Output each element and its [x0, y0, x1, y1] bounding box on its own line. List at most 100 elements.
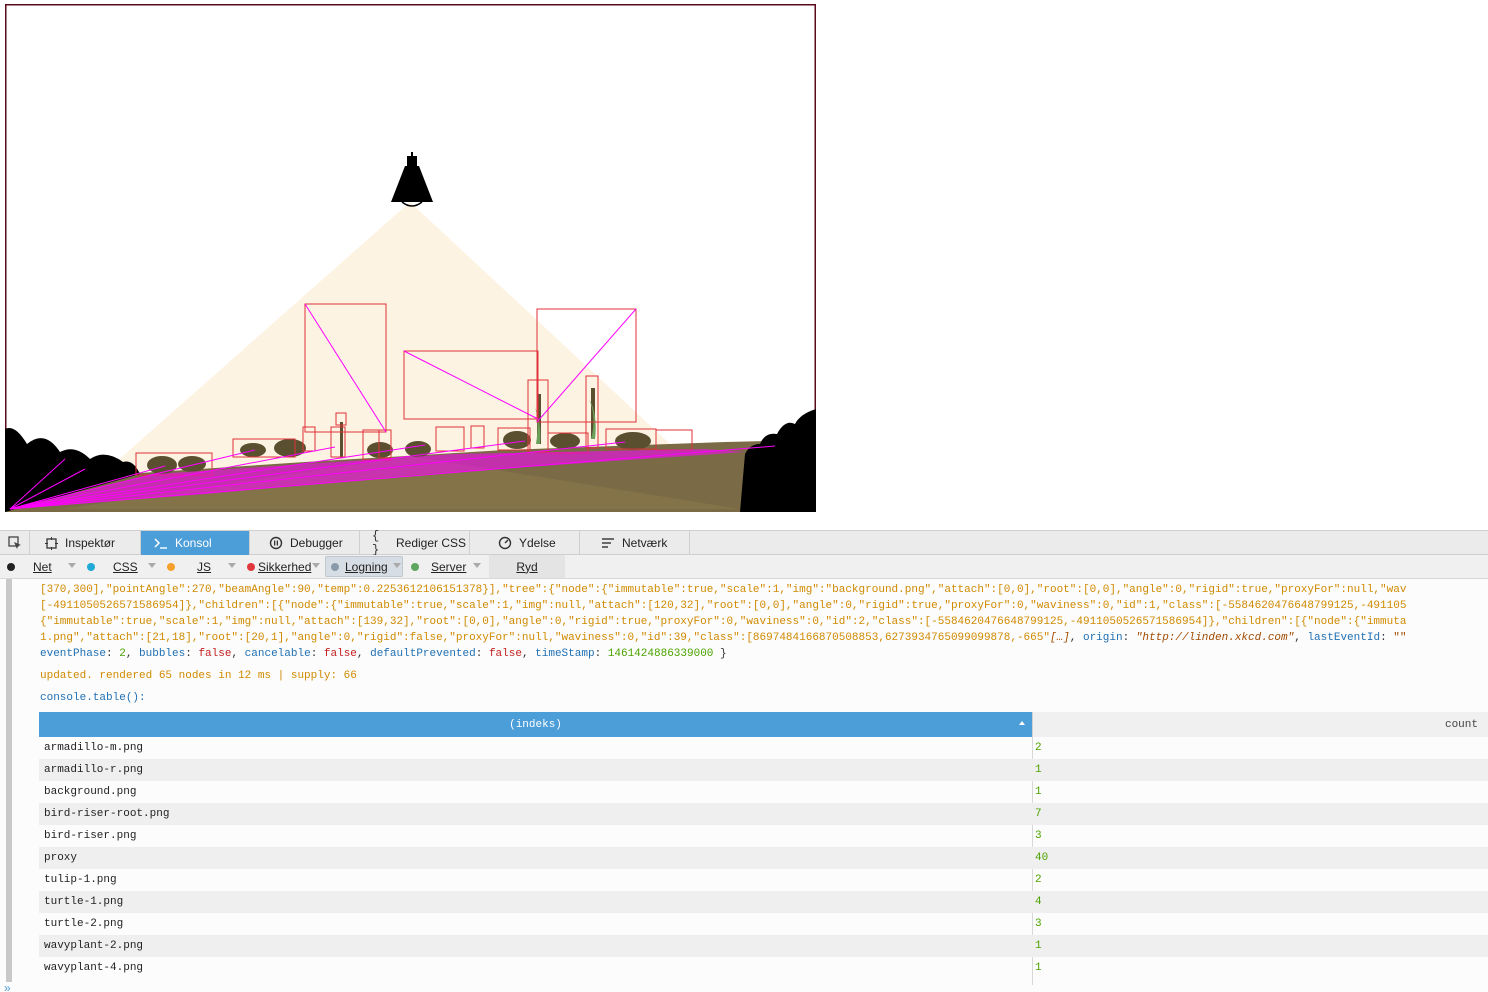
console-table-call: console.table():	[40, 692, 146, 704]
row-count: 2	[1035, 742, 1042, 754]
tab-debugger-label: Debugger	[290, 536, 343, 550]
event-ellipsis[interactable]: […]	[1050, 632, 1070, 644]
tab-style-editor[interactable]: { } Rediger CSS	[360, 529, 470, 557]
cancelable-value: false	[323, 648, 357, 660]
row-count: 1	[1035, 786, 1042, 798]
event-line-4: 1.png","attach":[21,18],"root":[20,1],"a…	[40, 632, 1407, 644]
row-name: armadillo-m.png	[44, 742, 144, 754]
network-icon	[600, 535, 616, 551]
row-count: 3	[1035, 918, 1042, 930]
tab-network-label: Netværk	[622, 536, 668, 550]
logging-dot-icon	[331, 562, 339, 571]
tab-style-editor-label: Rediger CSS	[396, 536, 467, 550]
filter-logging-dropdown-icon[interactable]	[393, 563, 401, 568]
filter-net-dropdown-icon[interactable]	[68, 563, 76, 568]
filter-js-dropdown-icon[interactable]	[228, 563, 236, 568]
row-name: armadillo-r.png	[44, 764, 144, 776]
console-input-prompt[interactable]: »	[4, 981, 11, 992]
bubbles-key: bubbles	[139, 648, 186, 660]
origin-value: "http://linden.xkcd.com"	[1135, 632, 1295, 644]
row-count: 1	[1035, 940, 1042, 952]
row-count: 3	[1035, 830, 1042, 842]
clear-console-button[interactable]: Ryd	[489, 555, 565, 578]
pick-element-button[interactable]	[0, 531, 30, 555]
performance-icon	[497, 535, 513, 551]
filter-security-dropdown-icon[interactable]	[312, 563, 320, 568]
filter-css[interactable]: CSS	[87, 555, 138, 578]
tab-console[interactable]: Konsol	[141, 531, 250, 555]
filter-js[interactable]: JS	[167, 555, 211, 578]
timestamp-value: 1461424886339000	[607, 648, 714, 660]
last-event-value: ""	[1393, 632, 1407, 644]
row-name: proxy	[44, 852, 78, 864]
filter-server[interactable]: Server	[411, 555, 466, 578]
devtools-toolbar: Inspektør Konsol Debugger { } Rediger CS…	[0, 529, 1488, 557]
table-row: turtle-1.png 4	[39, 891, 1488, 913]
event-line-3: {"immutable":true,"scale":1,"img":null,"…	[40, 616, 1407, 628]
tab-debugger[interactable]: Debugger	[250, 531, 360, 555]
row-count: 1	[1035, 764, 1042, 776]
net-dot-icon	[7, 562, 15, 571]
cancelable-key: cancelable	[244, 648, 311, 660]
event-line-4-text: 1.png","attach":[21,18],"root":[20,1],"a…	[40, 632, 1050, 644]
filter-js-label: JS	[197, 559, 212, 574]
tab-inspector[interactable]: Inspektør	[31, 531, 141, 555]
event-line-1: [370,300],"pointAngle":270,"beamAngle":9…	[40, 584, 1407, 596]
tab-performance[interactable]: Ydelse	[470, 531, 580, 555]
filter-css-dropdown-icon[interactable]	[148, 563, 156, 568]
default-prevented-key: defaultPrevented	[370, 648, 476, 660]
table-row: turtle-2.png 3	[39, 913, 1488, 935]
tab-performance-label: Ydelse	[519, 536, 556, 550]
table-row: armadillo-r.png 1	[39, 759, 1488, 781]
table-row: wavyplant-2.png 1	[39, 935, 1488, 957]
garden-scene-canvas	[5, 4, 816, 512]
filter-server-label: Server	[431, 559, 467, 574]
index-column-header[interactable]: (indeks)	[39, 712, 1032, 737]
table-row: proxy 40	[39, 847, 1488, 869]
js-dot-icon	[167, 562, 175, 571]
inspector-icon	[43, 535, 59, 551]
row-count: 2	[1035, 874, 1042, 886]
event-phase-value: 2	[119, 648, 126, 660]
tab-inspector-label: Inspektør	[65, 536, 116, 550]
table-row: wavyplant-4.png 1	[39, 957, 1488, 979]
devtools-panel: Inspektør Konsol Debugger { } Rediger CS…	[0, 529, 1488, 992]
table-row: bird-riser.png 3	[39, 825, 1488, 847]
row-name: turtle-2.png	[44, 918, 124, 930]
tab-network[interactable]: Netværk	[580, 531, 690, 555]
debugger-icon	[268, 535, 284, 551]
security-dot-icon	[247, 562, 255, 571]
origin-key: origin	[1082, 632, 1123, 644]
count-column-header[interactable]: count	[1032, 712, 1488, 737]
count-column-label: count	[1444, 718, 1478, 731]
filter-net-label: Net	[33, 559, 52, 574]
style-editor-icon: { }	[372, 529, 380, 557]
filter-server-dropdown-icon[interactable]	[473, 563, 481, 568]
tab-console-label: Konsol	[175, 536, 212, 550]
filter-security[interactable]: Sikkerhed	[247, 555, 311, 578]
row-count: 4	[1035, 896, 1042, 908]
default-prevented-value: false	[488, 648, 522, 660]
timestamp-key: timeStamp	[535, 648, 595, 660]
row-name: background.png	[44, 786, 137, 798]
row-name: tulip-1.png	[44, 874, 117, 886]
console-filter-bar: Net CSS JS Sikkerhed Logning Server Ryd	[0, 555, 1488, 579]
filter-logging-label: Logning	[345, 559, 388, 574]
event-props-line: eventPhase: 2, bubbles: false, cancelabl…	[40, 648, 727, 660]
console-table-header: (indeks) count	[39, 712, 1488, 737]
filter-net[interactable]: Net	[7, 555, 52, 578]
console-scroll-gutter	[6, 579, 12, 982]
row-count: 40	[1035, 852, 1049, 864]
clear-console-label: Ryd	[516, 559, 538, 574]
row-name: turtle-1.png	[44, 896, 124, 908]
filter-css-label: CSS	[113, 559, 138, 574]
filter-logging[interactable]: Logning	[325, 556, 403, 577]
table-row: bird-riser-root.png 7	[39, 803, 1488, 825]
last-event-key: lastEventId	[1307, 632, 1381, 644]
row-name: bird-riser.png	[44, 830, 137, 842]
console-output[interactable]: [370,300],"pointAngle":270,"beamAngle":9…	[0, 579, 1488, 992]
console-icon	[153, 535, 169, 551]
row-name: bird-riser-root.png	[44, 808, 170, 820]
index-column-label: (indeks)	[509, 718, 562, 731]
table-row: background.png 1	[39, 781, 1488, 803]
